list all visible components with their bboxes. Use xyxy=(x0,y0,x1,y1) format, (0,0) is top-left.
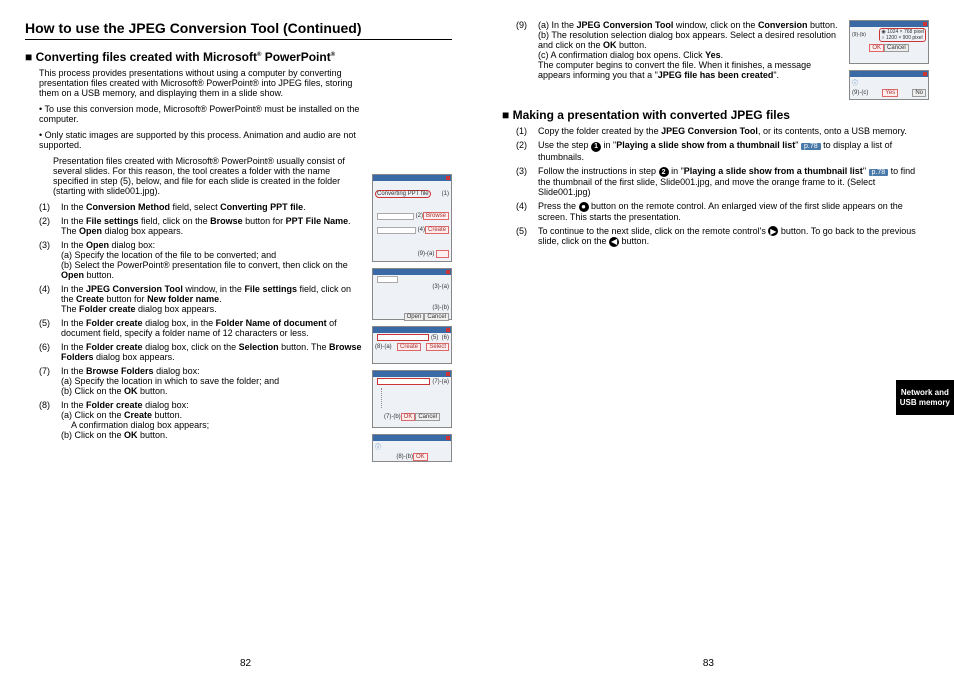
page-number-left: 82 xyxy=(240,658,251,669)
step-1-icon: 1 xyxy=(591,142,601,152)
mstep-3: (3) Follow the instructions in step 2 in… xyxy=(516,166,929,198)
figure-resolution-dialog: (9)-(b) ◉ 1024 × 768 pixel○ 1200 × 900 p… xyxy=(849,20,929,64)
step-2: (2) In the File settings field, click on… xyxy=(39,216,364,236)
enter-button-icon: ● xyxy=(579,202,589,212)
step-5: (5) In the Folder create dialog box, in … xyxy=(39,318,364,338)
section-heading: ■ Converting files created with Microsof… xyxy=(25,50,452,64)
left-button-icon: ◀ xyxy=(609,237,619,247)
mstep-1: (1) Copy the folder created by the JPEG … xyxy=(516,126,929,136)
figure-folder-create: (5) (6) (8)-(a)CreateSelect xyxy=(372,326,452,364)
step-6: (6) In the Folder create dialog box, cli… xyxy=(39,342,364,362)
figure-yes-no-dialog: ⓘ (9)-(c)YesNo xyxy=(849,70,929,100)
mstep-4: (4) Press the ● button on the remote con… xyxy=(516,201,929,222)
figure-browse-folders: (7)-(a) (7)-(b)OKCancel xyxy=(372,370,452,428)
page-ref: p.78 xyxy=(869,169,889,176)
step-4: (4) In the JPEG Conversion Tool window, … xyxy=(39,284,364,314)
page-ref: p.78 xyxy=(801,143,821,150)
figure-confirm-dialog: ⓘ (8)-(b)OK xyxy=(372,434,452,462)
side-tab: Network andUSB memory xyxy=(896,380,954,415)
figure-open-dialog: (3)-(a) (3)-(b) OpenCancel xyxy=(372,268,452,320)
step-2-icon: 2 xyxy=(659,167,669,177)
right-button-icon: ▶ xyxy=(768,226,778,236)
page-title: How to use the JPEG Conversion Tool (Con… xyxy=(25,20,452,40)
section-heading-b: ■ Making a presentation with converted J… xyxy=(502,108,929,122)
intro-text: This process provides presentations with… xyxy=(39,68,364,98)
step-8: (8) In the Folder create dialog box: (a)… xyxy=(39,400,364,440)
step-9: (9) (a) In the JPEG Conversion Tool wind… xyxy=(516,20,841,80)
mstep-2: (2) Use the step 1 in "Playing a slide s… xyxy=(516,140,929,162)
step-3: (3) In the Open dialog box: (a) Specify … xyxy=(39,240,364,280)
bullet-2: • Only static images are supported by th… xyxy=(39,130,364,150)
mstep-5: (5) To continue to the next slide, click… xyxy=(516,226,929,247)
step-7: (7) In the Browse Folders dialog box: (a… xyxy=(39,366,364,396)
note-text: Presentation files created with Microsof… xyxy=(53,156,364,196)
step-1: (1) In the Conversion Method field, sele… xyxy=(39,202,364,212)
bullet-1: • To use this conversion mode, Microsoft… xyxy=(39,104,364,124)
page-number-right: 83 xyxy=(703,658,714,669)
figure-conversion-tool: Converting PPT file(1) (2) Browse (4) Cr… xyxy=(372,174,452,262)
